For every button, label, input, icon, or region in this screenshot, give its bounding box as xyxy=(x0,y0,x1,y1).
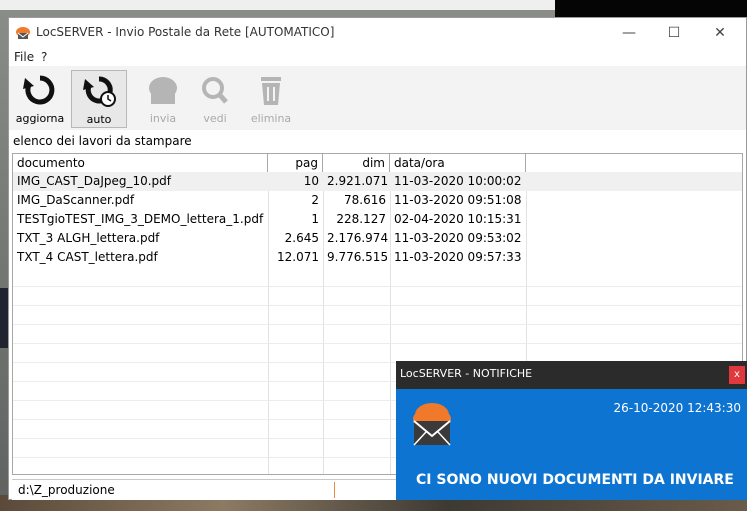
grid-line xyxy=(13,343,742,344)
cell-data-ora: 11-03-2020 09:53:02 xyxy=(394,231,522,245)
notification-title: LocSERVER - NOTIFICHE xyxy=(400,367,533,380)
elimina-label: elimina xyxy=(250,112,292,125)
col-data-ora[interactable]: data/ora xyxy=(390,154,526,172)
cell-dim: 2.176.974 xyxy=(327,231,389,245)
cell-pag: 10 xyxy=(303,174,319,188)
cell-documento: TESTgioTEST_IMG_3_DEMO_lettera_1.pdf xyxy=(17,212,264,226)
status-path: d:\Z_produzione xyxy=(18,483,115,497)
notification-header: LocSERVER - NOTIFICHE x xyxy=(396,361,747,389)
table-row[interactable]: TXT_3 ALGH_lettera.pdf 2.645 2.176.974 1… xyxy=(13,229,742,248)
cloud-mail-icon xyxy=(413,403,451,446)
grid-line xyxy=(13,305,742,306)
cell-pag: 1 xyxy=(311,212,319,226)
invia-button[interactable]: invia xyxy=(139,70,187,128)
cell-dim: 9.776.515 xyxy=(327,250,389,264)
cell-documento: TXT_4 CAST_lettera.pdf xyxy=(17,250,158,264)
cell-dim: 2.921.071 xyxy=(327,174,389,188)
cell-pag: 2 xyxy=(311,193,319,207)
refresh-icon xyxy=(23,75,55,105)
vedi-button[interactable]: vedi xyxy=(193,70,237,128)
auto-button[interactable]: auto xyxy=(71,70,127,128)
cell-dim: 228.127 xyxy=(336,212,386,226)
grid-line xyxy=(13,324,742,325)
status-separator xyxy=(334,482,335,498)
section-label: elenco dei lavori da stampare xyxy=(13,134,192,148)
trash-icon xyxy=(261,77,281,105)
notification-close-button[interactable]: x xyxy=(729,366,745,384)
toolbar: aggiorna auto invia vedi elimina xyxy=(9,66,746,130)
grid-line xyxy=(13,286,742,287)
desktop-dark-region xyxy=(555,0,747,18)
col-dim[interactable]: dim xyxy=(323,154,390,172)
cell-data-ora: 11-03-2020 09:51:08 xyxy=(394,193,522,207)
minimize-button[interactable]: — xyxy=(606,18,652,48)
title-bar[interactable]: LocSERVER - Invio Postale da Rete [AUTOM… xyxy=(9,18,746,48)
aggiorna-label: aggiorna xyxy=(15,112,65,125)
col-documento[interactable]: documento xyxy=(13,154,268,172)
cell-dim: 78.616 xyxy=(344,193,386,207)
elimina-button[interactable]: elimina xyxy=(245,70,297,128)
window-title: LocSERVER - Invio Postale da Rete [AUTOM… xyxy=(36,25,335,39)
magnifier-icon xyxy=(202,77,228,104)
table-row[interactable]: TXT_4 CAST_lettera.pdf 12.071 9.776.515 … xyxy=(13,248,742,267)
aggiorna-button[interactable]: aggiorna xyxy=(12,70,68,128)
cell-data-ora: 02-04-2020 10:15:31 xyxy=(394,212,522,226)
cell-data-ora: 11-03-2020 09:57:33 xyxy=(394,250,522,264)
vedi-label: vedi xyxy=(203,112,227,125)
notification-timestamp: 26-10-2020 12:43:30 xyxy=(613,401,741,415)
send-icon xyxy=(149,77,177,104)
cell-pag: 12.071 xyxy=(277,250,319,264)
cell-data-ora: 11-03-2020 10:00:02 xyxy=(394,174,522,188)
table-row[interactable]: IMG_CAST_DaJpeg_10.pdf 10 2.921.071 11-0… xyxy=(13,172,742,191)
col-pag[interactable]: pag xyxy=(268,154,323,172)
table-row[interactable]: TESTgioTEST_IMG_3_DEMO_lettera_1.pdf 1 2… xyxy=(13,210,742,229)
cell-documento: IMG_DaScanner.pdf xyxy=(17,193,135,207)
maximize-button[interactable]: ☐ xyxy=(651,18,697,48)
table-row[interactable]: IMG_DaScanner.pdf 2 78.616 11-03-2020 09… xyxy=(13,191,742,210)
close-button[interactable]: ✕ xyxy=(697,18,743,48)
auto-label: auto xyxy=(86,113,112,126)
table-header: documento pag dim data/ora xyxy=(13,154,742,173)
menu-bar: File ? xyxy=(9,48,746,66)
invia-label: invia xyxy=(149,112,177,125)
app-cloud-mail-icon xyxy=(16,27,30,39)
menu-file[interactable]: File xyxy=(14,50,34,64)
notification-popup[interactable]: LocSERVER - NOTIFICHE x 26-10-2020 12:43… xyxy=(396,361,747,500)
cell-documento: TXT_3 ALGH_lettera.pdf xyxy=(17,231,160,245)
menu-help[interactable]: ? xyxy=(41,50,47,64)
cell-pag: 2.645 xyxy=(284,231,319,245)
auto-refresh-clock-icon xyxy=(83,76,116,107)
notification-message: CI SONO NUOVI DOCUMENTI DA INVIARE xyxy=(416,472,734,488)
cell-documento: IMG_CAST_DaJpeg_10.pdf xyxy=(17,174,172,188)
